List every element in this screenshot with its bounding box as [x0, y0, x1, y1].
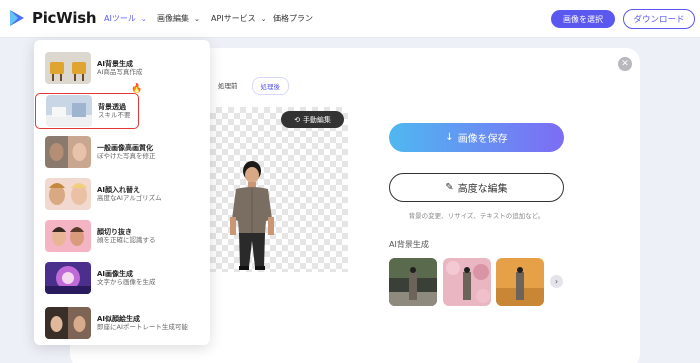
menu-item-title: 顔切り抜き [97, 227, 132, 236]
save-image-button[interactable]: ↓ 画像を保存 [389, 123, 564, 152]
menu-item-ai-portrait[interactable]: AI似顔絵生成 即座にAIポートレート生成可能 [45, 305, 205, 341]
menu-item-desc: AI商品写真作成 [97, 68, 143, 77]
menu-item-desc: 顔を正確に認識する [97, 236, 156, 245]
menu-item-desc: ぼやけた写真を修正 [97, 152, 156, 161]
magic-wand-icon: ✎ [445, 182, 454, 193]
nav-ai-tools[interactable]: AIツール ⌄ [104, 13, 147, 24]
nav-image-edit-label: 画像編集 [157, 14, 189, 23]
before-after-tabs: 処理前 処理後 [210, 77, 289, 95]
chairs-thumbnail [45, 52, 91, 84]
select-image-button[interactable]: 画像を選択 [551, 10, 615, 28]
menu-item-title: AI似顔絵生成 [97, 314, 141, 323]
ai-art-thumbnail [45, 262, 91, 294]
nav-image-edit[interactable]: 画像編集 ⌄ [157, 13, 200, 24]
menu-item-title: 一般画像高画質化 [97, 143, 153, 152]
download-button[interactable]: ダウンロード [623, 9, 695, 29]
manual-edit-button[interactable]: ⟲ 手動編集 [281, 111, 344, 128]
face-cutout-thumbnail [45, 220, 91, 252]
brand-logo[interactable]: PicWish [8, 8, 97, 28]
menu-item-title: AI顔入れ替え [97, 185, 141, 194]
result-preview [210, 107, 348, 272]
menu-item-desc: スキル不要 [98, 111, 131, 120]
save-image-label: 画像を保存 [457, 134, 508, 145]
menu-item-face-cutout[interactable]: 顔切り抜き 顔を正確に認識する [45, 218, 205, 254]
ai-background-section-title: AI背景生成 [389, 240, 429, 249]
menu-item-desc: 即座にAIポートレート生成可能 [97, 323, 188, 332]
person-cutout-image [230, 161, 274, 270]
nav-pricing-label: 価格プラン [273, 14, 313, 23]
download-arrow-icon: ↓ [445, 132, 454, 143]
menu-item-ai-image-generation[interactable]: AI画像生成 文字から画像を生成 [45, 260, 205, 296]
menu-item-desc: 高度なAIアルゴリズム [97, 194, 162, 203]
menu-item-title: AI画像生成 [97, 269, 134, 278]
chevron-down-icon: ⌄ [260, 14, 267, 23]
faces-thumbnail [45, 136, 91, 168]
chevron-down-icon: ⌄ [140, 14, 147, 23]
nav-pricing[interactable]: 価格プラン [273, 13, 313, 24]
face-swap-thumbnail [45, 178, 91, 210]
chevron-right-icon[interactable]: › [550, 275, 563, 288]
menu-item-title: AI背景生成 [97, 59, 134, 68]
advanced-edit-label: 高度な編集 [457, 184, 508, 195]
background-thumbnail-image [496, 258, 544, 306]
portrait-thumbnail [45, 307, 91, 339]
picwish-logo-icon [10, 10, 24, 26]
background-thumbnail-image [389, 258, 437, 306]
menu-item-image-enhance[interactable]: 一般画像高画質化 ぼやけた写真を修正 [45, 134, 205, 170]
top-header: PicWish AIツール ⌄ 画像編集 ⌄ APIサービス ⌄ 価格プラン 画… [0, 0, 700, 38]
close-icon[interactable]: ✕ [618, 57, 632, 71]
menu-item-face-swap[interactable]: AI顔入れ替え 高度なAIアルゴリズム [45, 176, 205, 212]
history-icon: ⟲ [294, 115, 300, 124]
menu-item-ai-background[interactable]: AI背景生成 AI商品写真作成 [45, 50, 205, 86]
background-thumbnail-image [443, 258, 491, 306]
advanced-edit-button[interactable]: ✎ 高度な編集 [389, 173, 564, 202]
chevron-down-icon: ⌄ [194, 14, 200, 23]
background-option-3[interactable] [496, 258, 544, 306]
background-option-2[interactable] [443, 258, 491, 306]
menu-item-title: 背景透過 [98, 102, 126, 111]
edit-hint-text: 背景の変更、リサイズ、テキストの追加など。 [408, 212, 545, 220]
brand-name: PicWish [32, 9, 97, 27]
ai-tools-dropdown: AI背景生成 AI商品写真作成 🔥 背景透過 スキル不要 一般画像高画質化 ぼや… [34, 40, 210, 345]
nav-ai-tools-label: AIツール [104, 14, 136, 23]
tab-after[interactable]: 処理後 [251, 77, 289, 95]
menu-item-background-removal[interactable]: 背景透過 スキル不要 [35, 93, 139, 129]
nav-api-service[interactable]: APIサービス ⌄ [211, 13, 267, 24]
menu-item-desc: 文字から画像を生成 [97, 278, 156, 287]
manual-edit-label: 手動編集 [302, 115, 331, 124]
tab-before[interactable]: 処理前 [210, 77, 246, 95]
interior-thumbnail [46, 95, 92, 127]
background-option-1[interactable] [389, 258, 437, 306]
nav-api-service-label: APIサービス [211, 14, 256, 23]
